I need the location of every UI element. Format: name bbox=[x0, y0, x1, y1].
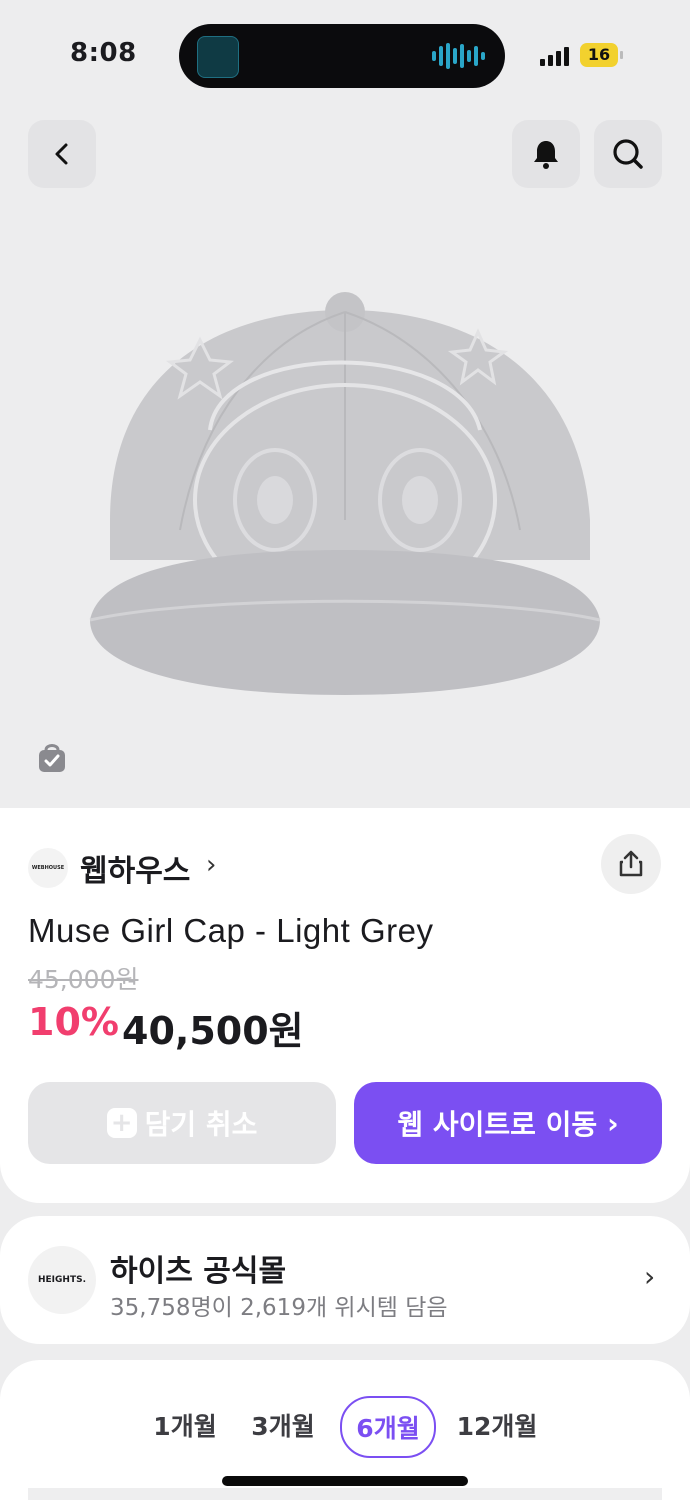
search-button[interactable] bbox=[594, 120, 662, 188]
cellular-signal-icon bbox=[540, 46, 569, 66]
shop-name: 하이츠 공식몰 bbox=[110, 1254, 287, 1289]
product-image bbox=[89, 292, 601, 695]
brand-logo[interactable]: WEBHOUSE bbox=[28, 848, 68, 888]
plus-icon: + bbox=[106, 1108, 137, 1138]
status-time: 8:08 bbox=[70, 38, 137, 68]
cancel-wishlist-button[interactable]: + 담기 취소 bbox=[28, 1082, 336, 1164]
shop-logo: HEIGHTS. bbox=[28, 1246, 96, 1314]
content-strip bbox=[28, 1488, 662, 1500]
tab-12-months[interactable]: 12개월 bbox=[452, 1396, 542, 1454]
battery-indicator: 16 bbox=[580, 43, 623, 67]
product-title: Muse Girl Cap - Light Grey bbox=[28, 912, 434, 949]
brand-name[interactable]: 웹하우스 bbox=[80, 846, 190, 890]
share-button[interactable] bbox=[601, 834, 661, 894]
product-image-area bbox=[0, 100, 690, 810]
shopping-bag-check-icon[interactable] bbox=[36, 740, 68, 774]
share-icon bbox=[619, 850, 643, 877]
chevron-right-icon: › bbox=[607, 1106, 619, 1140]
tab-3-months[interactable]: 3개월 bbox=[244, 1396, 322, 1454]
shop-stats: 35,758명이 2,619개 위시템 담음 bbox=[110, 1295, 448, 1321]
cancel-wishlist-label: 담기 취소 bbox=[144, 1108, 258, 1141]
back-button[interactable] bbox=[28, 120, 96, 188]
tab-1-month[interactable]: 1개월 bbox=[146, 1396, 224, 1454]
search-icon bbox=[613, 139, 643, 169]
tab-6-months[interactable]: 6개월 bbox=[340, 1396, 436, 1458]
home-indicator[interactable] bbox=[222, 1476, 468, 1486]
status-bar: 8:08 16 bbox=[0, 0, 690, 100]
chevron-left-icon bbox=[55, 143, 68, 165]
now-playing-app-icon bbox=[197, 36, 239, 78]
original-price: 45,000원 bbox=[28, 965, 139, 994]
go-to-website-label: 웹 사이트로 이동 bbox=[397, 1108, 598, 1141]
chevron-right-icon[interactable]: › bbox=[206, 850, 216, 880]
discount-rate: 10% bbox=[28, 1000, 119, 1044]
dynamic-island bbox=[179, 24, 505, 88]
audio-wave-icon bbox=[432, 42, 485, 70]
product-info-card: WEBHOUSE 웹하우스 › Muse Girl Cap - Light Gr… bbox=[0, 808, 690, 1203]
bell-icon bbox=[534, 141, 558, 169]
shop-card[interactable]: HEIGHTS. 하이츠 공식몰 35,758명이 2,619개 위시템 담음 … bbox=[0, 1216, 690, 1344]
go-to-website-button[interactable]: 웹 사이트로 이동 › bbox=[354, 1082, 662, 1164]
sale-price: 40,500원 bbox=[122, 1009, 304, 1053]
chevron-right-icon[interactable]: › bbox=[644, 1260, 655, 1293]
notification-button[interactable] bbox=[512, 120, 580, 188]
